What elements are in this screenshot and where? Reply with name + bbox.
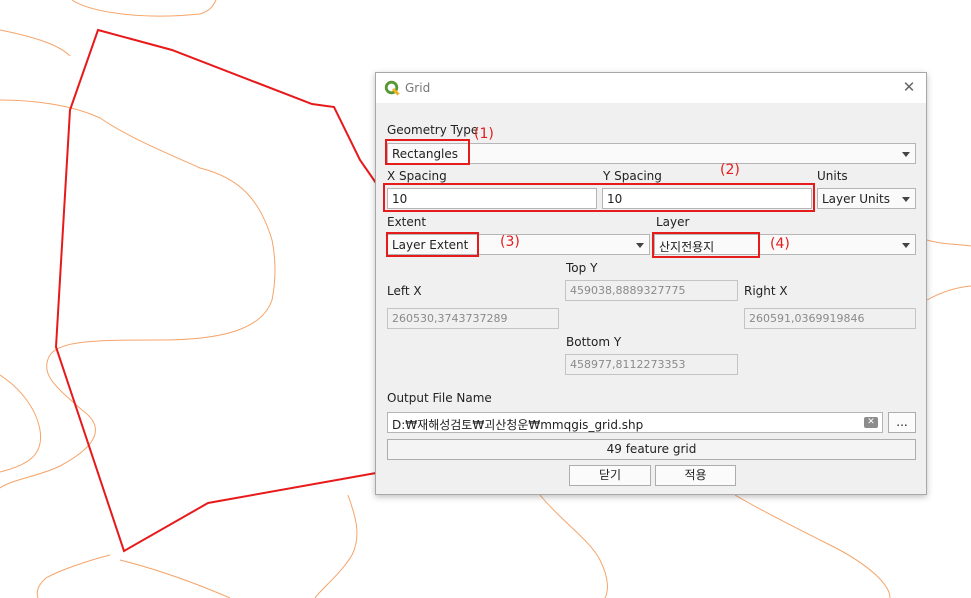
map-line [734, 494, 891, 598]
highlight-box-layer [652, 232, 760, 258]
map-line [0, 374, 42, 473]
grid-dialog: Grid ✕ Geometry Type Rectangles X Spacin… [375, 72, 927, 495]
map-line [36, 554, 111, 598]
map-line [539, 494, 608, 598]
chevron-down-icon [902, 152, 910, 157]
chevron-down-icon [636, 243, 644, 248]
right-x-field[interactable]: 260591,0369919846 [744, 308, 916, 329]
units-value: Layer Units [822, 192, 890, 206]
map-line [119, 559, 231, 598]
map-polygon [54, 28, 377, 553]
output-file-input[interactable]: D:₩재해성검토₩괴산청운₩mmqgis_grid.shp ✕ [387, 412, 883, 433]
highlight-box-extent [386, 232, 479, 257]
apply-button[interactable]: 적용 [655, 465, 736, 486]
map-line [0, 99, 276, 489]
map-line [926, 239, 971, 247]
output-file-label: Output File Name [387, 391, 492, 405]
top-y-label: Top Y [566, 261, 598, 275]
y-spacing-label: Y Spacing [603, 169, 662, 183]
bottom-y-label: Bottom Y [566, 335, 622, 349]
dialog-title: Grid [405, 81, 431, 95]
top-y-field[interactable]: 459038,8889327775 [565, 280, 738, 301]
qgis-logo-icon [384, 80, 400, 96]
geometry-type-label: Geometry Type [387, 123, 479, 137]
map-line [314, 494, 358, 598]
map-line [71, 0, 217, 17]
annotation-label-3: (3) [500, 234, 520, 250]
clear-icon[interactable]: ✕ [864, 417, 878, 428]
layer-label: Layer [656, 215, 690, 229]
close-icon[interactable]: ✕ [900, 78, 918, 96]
output-file-value: D:₩재해성검토₩괴산청운₩mmqgis_grid.shp [392, 418, 644, 432]
units-select[interactable]: Layer Units [817, 188, 916, 209]
bottom-y-field[interactable]: 458977,8112273353 [565, 354, 738, 375]
map-line [926, 285, 971, 301]
left-x-field[interactable]: 260530,3743737289 [387, 308, 559, 329]
chevron-down-icon [902, 243, 910, 248]
annotation-label-1: (1) [474, 126, 494, 142]
annotation-label-2: (2) [720, 162, 740, 178]
left-x-label: Left X [387, 284, 422, 298]
highlight-box-geometry-type [385, 139, 470, 165]
highlight-box-spacing [383, 183, 815, 212]
close-button[interactable]: 닫기 [569, 465, 651, 486]
map-line [0, 29, 71, 57]
annotation-label-4: (4) [770, 236, 790, 252]
units-label: Units [817, 169, 848, 183]
status-bar: 49 feature grid [387, 439, 916, 460]
browse-button[interactable]: ... [888, 412, 916, 433]
x-spacing-label: X Spacing [387, 169, 447, 183]
dialog-titlebar: Grid ✕ [376, 73, 926, 103]
chevron-down-icon [902, 197, 910, 202]
right-x-label: Right X [744, 284, 788, 298]
extent-label: Extent [387, 215, 427, 229]
